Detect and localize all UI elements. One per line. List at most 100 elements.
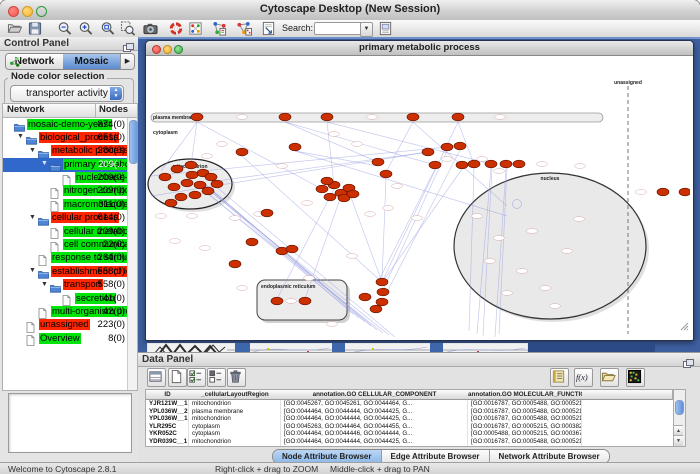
unselect-attributes-icon[interactable] xyxy=(207,368,226,387)
network-view-frame[interactable]: primary metabolic process plasma membran… xyxy=(145,40,694,341)
network-node[interactable] xyxy=(246,238,258,246)
table-cell[interactable]: cytoplasm xyxy=(189,430,281,438)
table-header-annotation-go-cellular-component[interactable]: annotation.GO CELLULAR_COMPONENT xyxy=(281,390,469,400)
tab-overflow-icon[interactable]: ▶ xyxy=(120,54,134,69)
network-node[interactable] xyxy=(359,293,371,301)
function-builder-icon[interactable]: f(x) xyxy=(574,368,593,387)
tree-row-metabolic-process[interactable]: ▼metabolic process280(0) xyxy=(3,145,128,158)
network-node[interactable] xyxy=(321,177,333,185)
tab-network[interactable]: Network xyxy=(6,54,63,69)
tree-row-macromolecule[interactable]: macromolecule311(0) xyxy=(3,198,128,211)
network-node[interactable] xyxy=(236,148,248,156)
tree-scrollbar[interactable] xyxy=(127,118,137,390)
birds-eye-view[interactable] xyxy=(8,393,132,453)
network-node[interactable] xyxy=(205,173,217,181)
table-cell[interactable]: mitochondrion xyxy=(189,415,281,423)
table-cell[interactable]: [GO:0016787, GO:0005215, GO:0003824, G..… xyxy=(468,423,582,431)
network-frame-titlebar[interactable]: primary metabolic process xyxy=(146,41,693,56)
network-node[interactable] xyxy=(370,305,382,313)
network-node[interactable] xyxy=(452,113,464,121)
network-node[interactable] xyxy=(429,161,441,169)
network-node[interactable] xyxy=(513,160,525,168)
advanced-search-icon[interactable] xyxy=(378,21,394,36)
table-cell[interactable]: [GO:0016787, GO:0005488, GO:0005215, G..… xyxy=(468,438,582,446)
network-node[interactable] xyxy=(159,173,171,181)
expander-icon[interactable]: ▼ xyxy=(29,267,36,274)
network-node[interactable] xyxy=(407,113,419,121)
network-node[interactable] xyxy=(185,161,197,169)
matrix-icon[interactable] xyxy=(626,368,645,387)
network-node[interactable] xyxy=(456,161,468,169)
table-cell[interactable]: mitochondrion xyxy=(189,400,281,408)
network-node[interactable] xyxy=(211,180,223,188)
network-node[interactable] xyxy=(500,160,512,168)
table-cell[interactable]: YPL036W__2 xyxy=(146,408,189,416)
table-cell[interactable]: YKR052C xyxy=(146,430,189,438)
network-node[interactable] xyxy=(279,113,291,121)
network-node[interactable] xyxy=(289,143,301,151)
delete-attribute-icon[interactable] xyxy=(227,368,246,387)
network-node[interactable] xyxy=(299,297,311,305)
expander-icon[interactable]: ▼ xyxy=(17,133,24,140)
attribute-table[interactable]: ID_cellularLayoutRegionannotation.GO CEL… xyxy=(145,389,674,447)
network-node[interactable] xyxy=(181,179,193,187)
network-node[interactable] xyxy=(229,260,241,268)
zoom-out-icon[interactable] xyxy=(57,21,73,36)
float-panel-icon[interactable] xyxy=(123,39,134,48)
network-node[interactable] xyxy=(316,185,328,193)
network-node[interactable] xyxy=(202,187,214,195)
zoom-selected-icon[interactable] xyxy=(120,21,136,36)
network-node[interactable] xyxy=(657,188,669,196)
resize-grip-icon[interactable] xyxy=(680,318,689,336)
expander-icon[interactable]: ▼ xyxy=(41,281,48,288)
network-node[interactable] xyxy=(271,297,283,305)
float-panel-icon[interactable] xyxy=(683,355,694,364)
tree-row-cellular-metabo[interactable]: cellular metabo209(0) xyxy=(3,225,128,238)
table-header-id[interactable]: ID xyxy=(146,390,190,400)
table-cell[interactable]: [GO:0045267, GO:0045261, GO:0044464, G..… xyxy=(281,400,468,408)
open-icon[interactable] xyxy=(7,21,23,36)
tree-row-primary-metabol[interactable]: ▼primary metabol209(... xyxy=(3,158,128,171)
expander-icon[interactable]: ▼ xyxy=(41,160,48,167)
network-node[interactable] xyxy=(186,171,198,179)
network-node[interactable] xyxy=(377,288,389,296)
network-node[interactable] xyxy=(679,188,690,196)
tree-row-overview[interactable]: Overview8(0) xyxy=(3,332,128,345)
table-cell[interactable]: [GO:0016787, GO:0005488, GO:0005215, G..… xyxy=(468,415,582,423)
table-cell[interactable]: [GO:0044464, GO:0044444, GO:0044425, G..… xyxy=(281,408,468,416)
help-ring-icon[interactable] xyxy=(168,21,184,36)
expander-icon[interactable]: ▼ xyxy=(29,214,36,221)
network-node[interactable] xyxy=(454,142,466,150)
table-cell[interactable]: plasma membrane xyxy=(189,408,281,416)
table-header-filler[interactable] xyxy=(582,390,673,400)
table-cell[interactable]: [GO:0044464, GO:0044444, GO:0044425, G..… xyxy=(281,415,468,423)
tree-row-mosaic-demo-yeast[interactable]: mosaic-demo-yeast874(0) xyxy=(3,118,128,131)
network-node[interactable] xyxy=(380,170,392,178)
table-cell[interactable]: cytoplasm xyxy=(189,423,281,431)
tree-row-transport[interactable]: ▼transport558(0) xyxy=(3,279,128,292)
network-node[interactable] xyxy=(485,160,497,168)
new-attribute-icon[interactable] xyxy=(168,368,187,387)
network-graph[interactable]: plasma membranecytoplasmmitochondrionnuc… xyxy=(147,56,690,337)
search-input[interactable] xyxy=(314,22,364,35)
table-cell[interactable]: YPL036W__1 xyxy=(146,415,189,423)
tree-row-unassigned[interactable]: unassigned223(0) xyxy=(3,319,128,332)
table-cell[interactable]: [GO:0016787, GO:0005488, GO:0005215, G..… xyxy=(468,408,582,416)
tree-row-cellular-process[interactable]: ▼cellular process614(0) xyxy=(3,212,128,225)
network-node[interactable] xyxy=(372,158,384,166)
tab-mosaic[interactable]: Mosaic xyxy=(63,54,120,69)
network-node[interactable] xyxy=(422,148,434,156)
network-node[interactable] xyxy=(194,181,206,189)
table-cell[interactable]: [GO:0044464, GO:0044446, GO:0044444, G..… xyxy=(281,430,468,438)
table-cell[interactable]: [GO:0005488, GO:0005215, GO:0003674] xyxy=(468,430,582,438)
network-node[interactable] xyxy=(468,160,480,168)
table-cell[interactable]: YDR039C__1 xyxy=(146,438,189,446)
annotation-icon[interactable] xyxy=(261,21,277,36)
table-cell[interactable]: [GO:0044464, GO:0044444, GO:0044425, G..… xyxy=(281,438,468,446)
tree-row-biological-process[interactable]: ▼biological_process651(0) xyxy=(3,131,128,144)
network-node[interactable] xyxy=(168,183,180,191)
zoom-fit-icon[interactable] xyxy=(100,21,116,36)
table-header--cellularlayoutregion[interactable]: _cellularLayoutRegion xyxy=(189,390,282,400)
import-attributes-icon[interactable] xyxy=(600,368,619,387)
vizmapper-icon[interactable] xyxy=(188,21,204,36)
